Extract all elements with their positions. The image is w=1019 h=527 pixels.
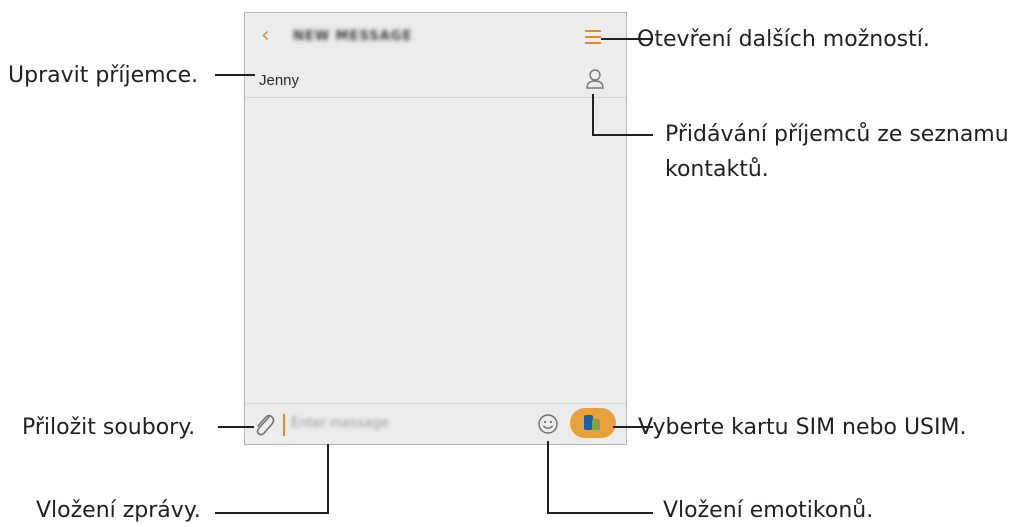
leader-edit-recipients	[215, 74, 255, 76]
callout-select-sim: Vyberte kartu SIM nebo USIM.	[638, 415, 967, 440]
recipient-name[interactable]: Jenny	[259, 72, 299, 89]
leader-emoticons-h	[547, 512, 653, 514]
leader-insert-message-h	[215, 512, 329, 514]
callout-add-contacts-1: Přidávání příjemců ze seznamu	[665, 122, 1009, 147]
leader-attach-files	[218, 426, 254, 428]
text-cursor	[283, 414, 285, 436]
callout-more-options: Otevření dalších možností.	[637, 27, 930, 52]
callout-edit-recipients: Upravit příjemce.	[8, 63, 199, 88]
leader-add-contacts-h	[592, 134, 653, 136]
menu-icon[interactable]	[585, 30, 601, 44]
smiley-icon[interactable]	[537, 413, 559, 435]
leader-emoticons-v	[547, 441, 549, 514]
sim-select-button[interactable]	[570, 408, 616, 438]
callout-attach-files: Přiložit soubory.	[22, 415, 196, 440]
callout-insert-message: Vložení zprávy.	[36, 498, 201, 523]
leader-select-sim	[613, 426, 653, 428]
message-input[interactable]: Enter message	[291, 416, 388, 431]
leader-add-contacts-v	[592, 94, 594, 135]
person-icon[interactable]	[585, 68, 605, 90]
recipient-field[interactable]: Jenny	[245, 63, 626, 98]
leader-insert-message-v	[327, 444, 329, 514]
screen-title: NEW MESSAGE	[293, 29, 413, 44]
paperclip-icon[interactable]	[253, 412, 275, 436]
phone-screen: ‹ NEW MESSAGE Jenny Enter message	[244, 12, 627, 445]
leader-more-options	[601, 38, 653, 40]
sim-card-secondary-icon	[592, 419, 600, 430]
compose-bar: Enter message	[245, 403, 626, 444]
callout-add-contacts-2: kontaktů.	[665, 157, 769, 182]
app-bar: ‹ NEW MESSAGE	[245, 13, 626, 63]
callout-insert-emoticons: Vložení emotikonů.	[663, 498, 874, 523]
chevron-left-icon[interactable]: ‹	[261, 25, 270, 47]
